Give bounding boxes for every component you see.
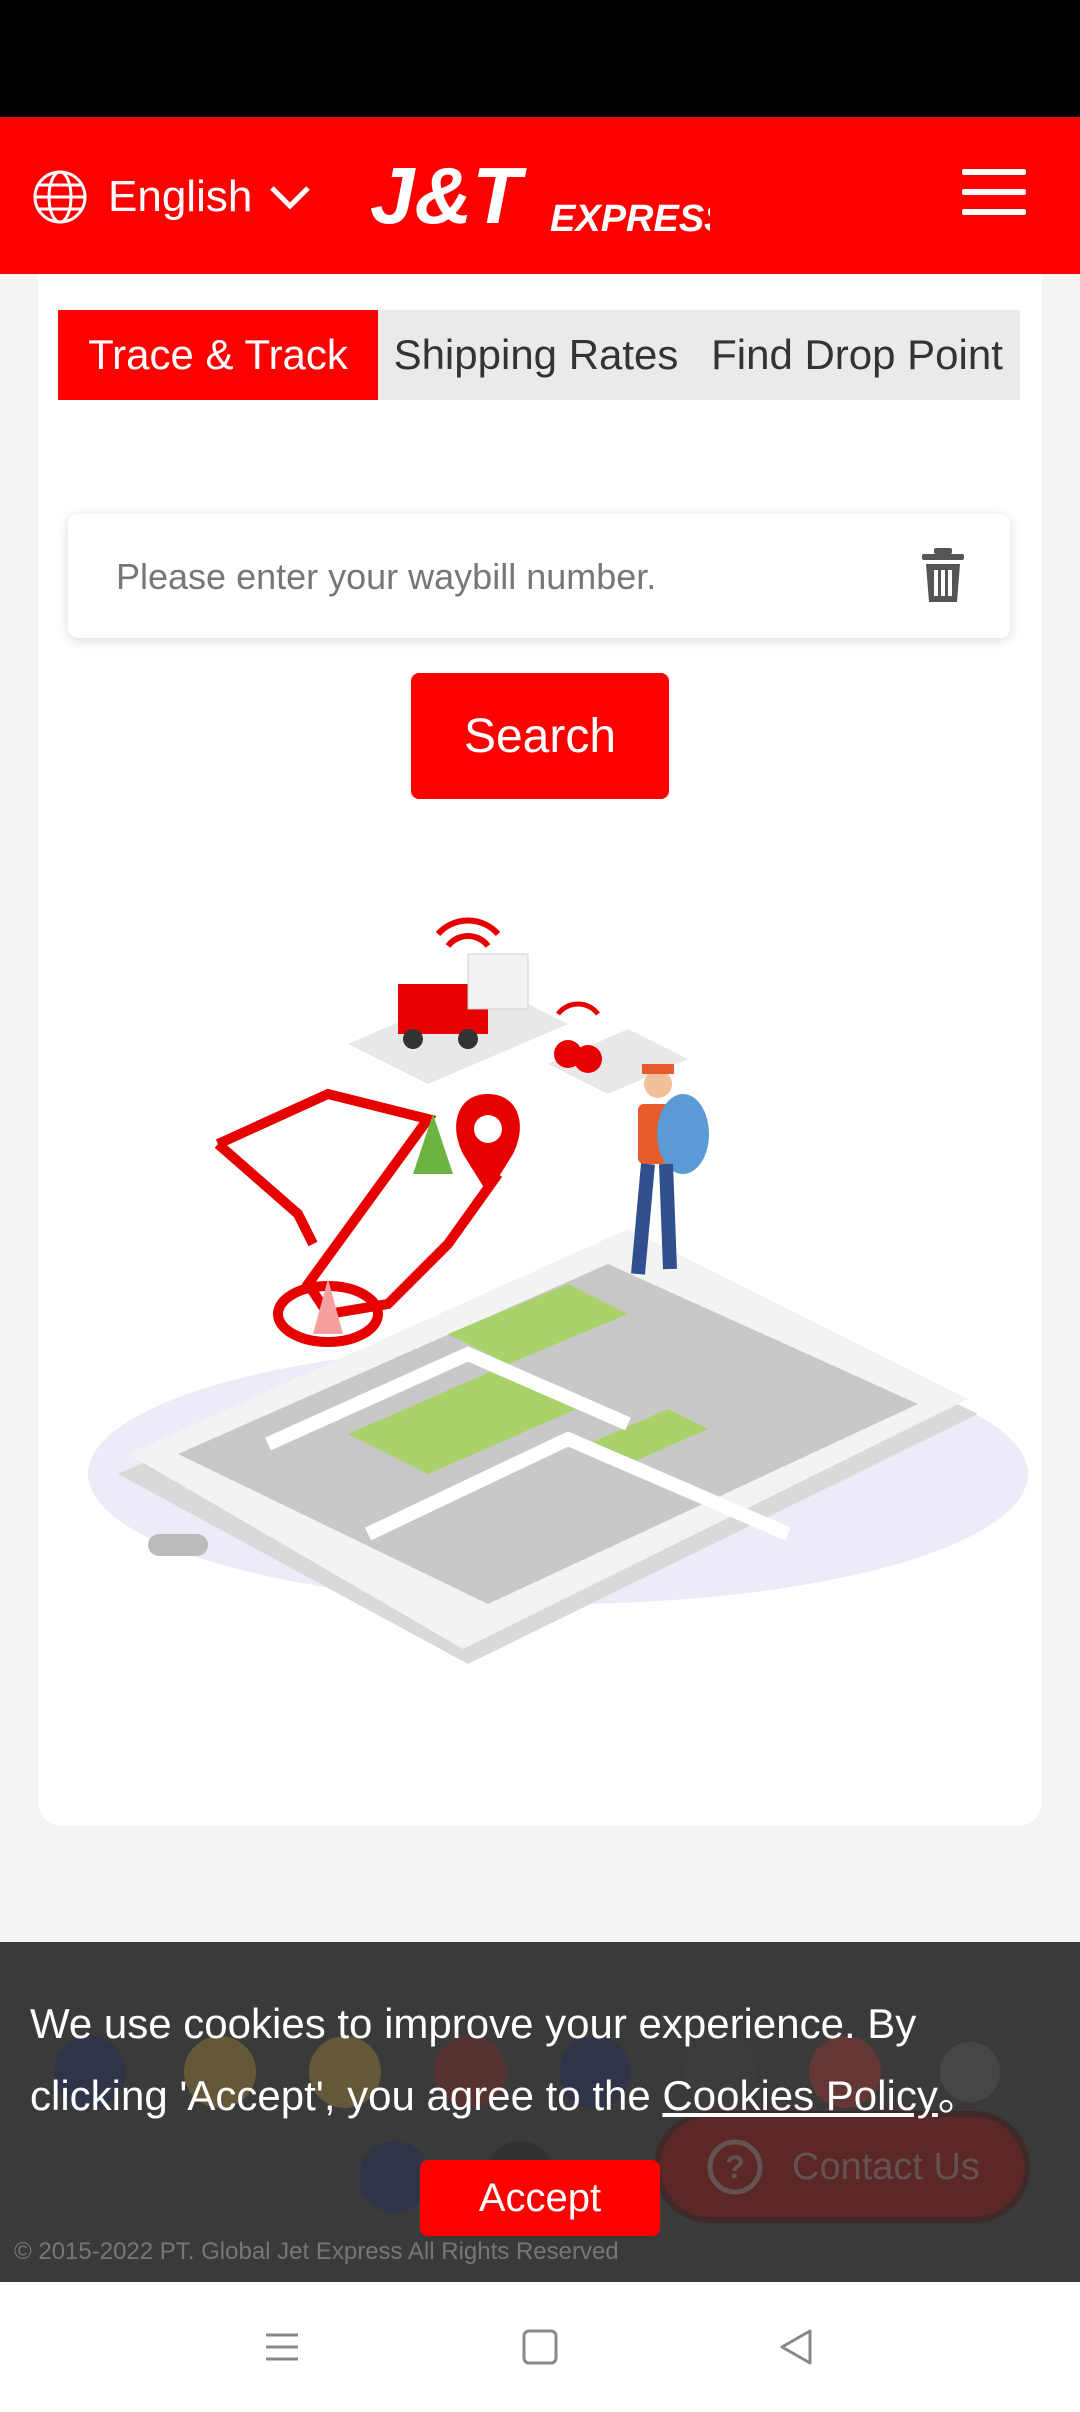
tab-find-drop-point[interactable]: Find Drop Point (694, 310, 1020, 400)
footer: ? Contact Us © 2015-2022 PT. Global Jet … (0, 1942, 1080, 2282)
tab-trace-track[interactable]: Trace & Track (58, 310, 378, 400)
cookie-suffix: 。 (937, 2072, 980, 2119)
back-icon[interactable] (776, 2327, 816, 2367)
waybill-input[interactable] (114, 548, 898, 606)
hamburger-menu-icon[interactable] (962, 169, 1026, 219)
waybill-search-box (68, 514, 1010, 638)
language-label: English (108, 172, 253, 221)
language-selector[interactable]: English (32, 157, 312, 237)
status-bar (0, 0, 1080, 117)
delivery-map-illustration (88, 917, 1028, 1664)
recent-apps-icon[interactable] (262, 2327, 302, 2367)
cookies-policy-link[interactable]: Cookies Policy (662, 2072, 937, 2119)
cookie-message: We use cookies to improve your experienc… (30, 1988, 1030, 2132)
chevron-down-icon (270, 186, 311, 210)
system-nav-bar (0, 2282, 1080, 2412)
cookie-banner: We use cookies to improve your experienc… (0, 1942, 1080, 2282)
home-icon[interactable] (520, 2327, 560, 2367)
search-button[interactable]: Search (411, 673, 669, 799)
jt-express-logo: J&T EXPRESS (370, 153, 710, 240)
tab-bar: Trace & Track Shipping Rates Find Drop P… (58, 310, 1020, 400)
trash-icon[interactable] (920, 546, 966, 604)
header: English J&T EXPRESS (0, 117, 1080, 274)
tab-shipping-rates[interactable]: Shipping Rates (378, 310, 694, 400)
tracking-card: Trace & Track Shipping Rates Find Drop P… (38, 274, 1042, 1826)
accept-cookies-button[interactable]: Accept (420, 2160, 660, 2236)
svg-text:EXPRESS: EXPRESS (550, 198, 710, 240)
svg-text:J&T: J&T (370, 153, 527, 240)
globe-icon (33, 170, 87, 224)
